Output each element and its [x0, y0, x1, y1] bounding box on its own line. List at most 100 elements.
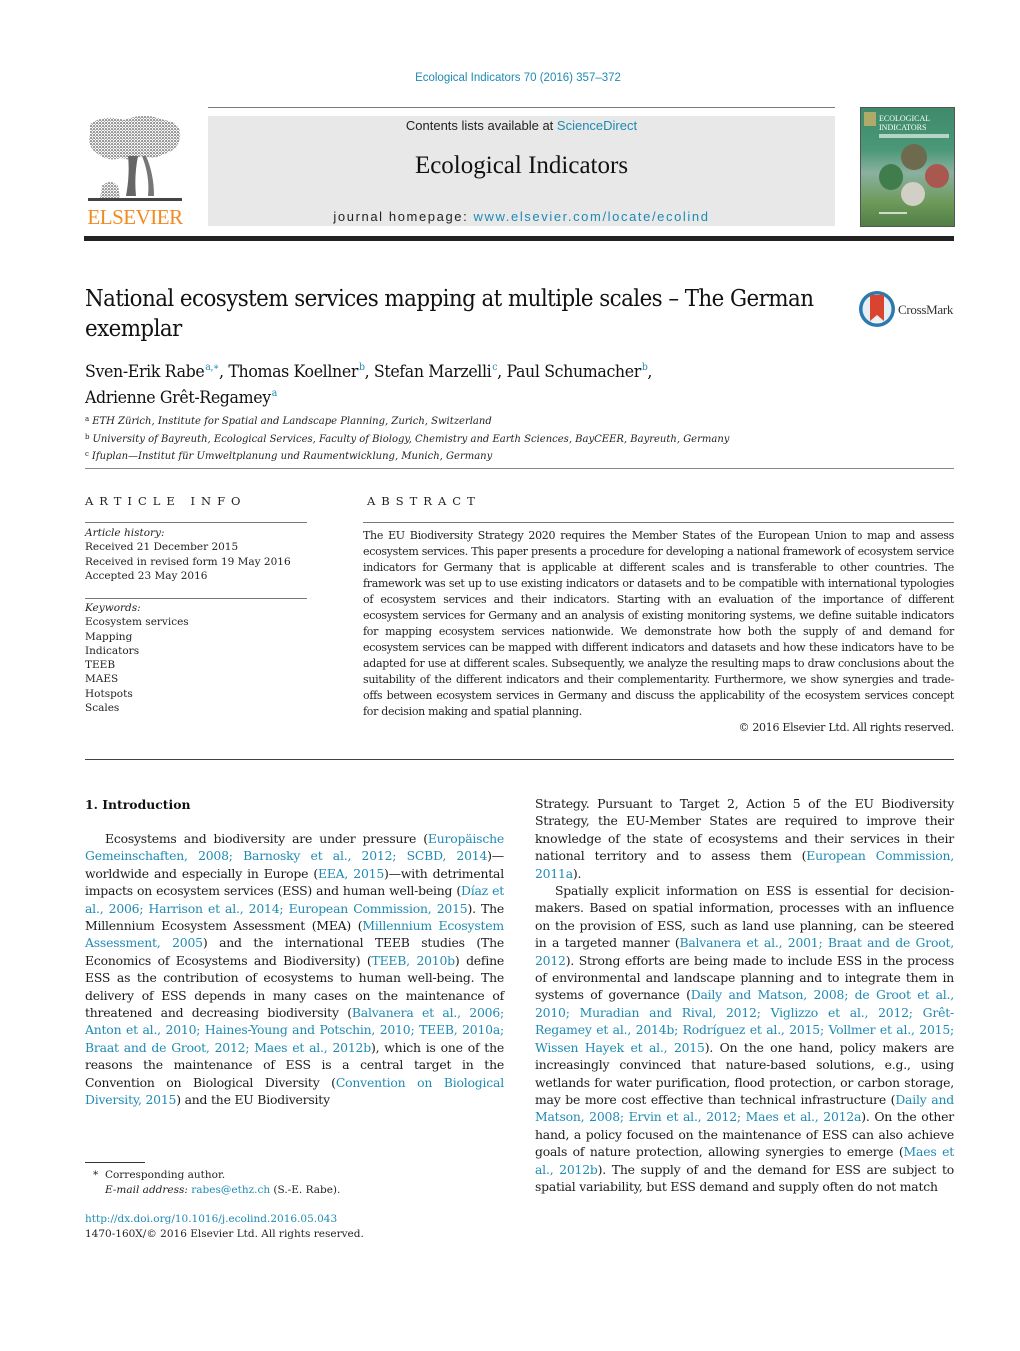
article-info-heading: ARTICLE INFO [85, 494, 247, 508]
author-separator: , [219, 362, 229, 382]
section-heading-introduction: 1. Introduction [85, 797, 191, 812]
author[interactable]: Thomas Koellnerb [228, 362, 365, 382]
affiliation-text: ETH Zürich, Institute for Spatial and La… [92, 416, 492, 427]
author-name: Thomas Koellner [228, 362, 359, 382]
email-suffix: (S.-E. Rabe). [270, 1183, 341, 1196]
doi-block: http://dx.doi.org/10.1016/j.ecolind.2016… [85, 1212, 364, 1241]
article-history-label: Article history: [85, 527, 165, 539]
body-text: ). [572, 865, 582, 881]
citation-link[interactable]: TEEB, 2010b [372, 953, 456, 968]
author-list: Sven-Erik Rabea,∗, Thomas Koellnerb, Ste… [85, 357, 755, 409]
crossmark-icon [859, 291, 895, 327]
contents-prefix: Contents lists available at [405, 118, 557, 133]
elsevier-tree-icon [88, 116, 182, 201]
author[interactable]: Sven-Erik Rabea,∗ [85, 362, 219, 382]
keyword: Mapping [85, 630, 133, 643]
abstract-text: The EU Biodiversity Strategy 2020 requir… [363, 529, 954, 718]
cover-publisher-logo [864, 112, 876, 126]
author-name: Stefan Marzelli [373, 362, 492, 382]
body-paragraph: Spatially explicit information on ESS is… [535, 882, 954, 1195]
email-label: E-mail address: [105, 1183, 188, 1196]
history-item: Accepted 23 May 2016 [85, 569, 208, 582]
affiliations-divider [85, 468, 954, 469]
body-text: ). The supply of and the demand for ESS … [535, 1161, 954, 1194]
cover-title-line1: ECOLOGICAL [879, 114, 931, 123]
cover-image-stone [901, 144, 927, 170]
journal-reference[interactable]: Ecological Indicators 70 (2016) 357–372 [0, 72, 1020, 84]
abstract-divider [363, 522, 954, 523]
author[interactable]: Adrienne Grêt-Regameya [85, 388, 277, 408]
citation-link[interactable]: EEA, 2015 [318, 866, 384, 881]
cover-title: ECOLOGICAL INDICATORS [879, 114, 930, 132]
crossmark-label: CrossMark [898, 302, 954, 317]
keyword: Scales [85, 702, 120, 715]
article-history: Article history: Received 21 December 20… [85, 526, 291, 583]
cover-image-moss [879, 164, 903, 190]
author-separator: , [647, 362, 653, 382]
header-divider [84, 236, 954, 241]
front-matter-divider [85, 759, 954, 760]
affiliation: c Ifuplan—Institut für Umweltplanung und … [85, 447, 729, 465]
history-item: Received 21 December 2015 [85, 541, 239, 554]
keywords: Keywords: Ecosystem services Mapping Ind… [85, 601, 189, 715]
corresponding-label: Corresponding author. [104, 1169, 226, 1181]
author[interactable]: Paul Schumacherb [506, 362, 647, 382]
article-info-divider [85, 522, 307, 523]
keyword: TEEB [85, 659, 116, 672]
body-text: Ecosystems and biodiversity are under pr… [105, 831, 428, 846]
doi-link[interactable]: http://dx.doi.org/10.1016/j.ecolind.2016… [85, 1213, 337, 1225]
affiliation-key: a [85, 415, 90, 423]
history-item: Received in revised form 19 May 2016 [85, 555, 291, 568]
article-title: National ecosystem services mapping at m… [85, 286, 814, 342]
issn-line: 1470-160X/© 2016 Elsevier Ltd. All right… [85, 1227, 364, 1240]
abstract-copyright: © 2016 Elsevier Ltd. All rights reserved… [738, 721, 954, 734]
cover-subtitle-bar [879, 134, 949, 138]
author-separator: , [364, 362, 374, 382]
journal-masthead: Contents lists available at ScienceDirec… [208, 116, 835, 226]
author-affiliation-marker[interactable]: a,∗ [205, 362, 219, 373]
affiliation-text: University of Bayreuth, Ecological Servi… [92, 433, 730, 445]
homepage-prefix: journal homepage: [333, 209, 474, 224]
affiliation-list: a ETH Zürich, Institute for Spatial and L… [85, 412, 729, 465]
author-name: Paul Schumacher [506, 362, 641, 382]
author-name: Sven-Erik Rabe [85, 362, 205, 382]
affiliation-key: b [85, 432, 90, 441]
journal-title: Ecological Indicators [414, 152, 629, 179]
abstract: The EU Biodiversity Strategy 2020 requir… [363, 528, 954, 736]
keyword: MAES [85, 673, 119, 686]
elsevier-wordmark: ELSEVIER [87, 205, 183, 229]
keyword: Ecosystem services [85, 616, 189, 629]
contents-line: Contents lists available at ScienceDirec… [208, 118, 835, 133]
affiliation-key: c [85, 450, 89, 458]
keyword: Indicators [85, 644, 140, 657]
affiliation-text: Ifuplan—Institut für Umweltplanung und R… [91, 451, 493, 462]
footnote-marker: * [93, 1169, 99, 1181]
body-column-right: Strategy. Pursuant to Target 2, Action 5… [535, 795, 954, 1195]
cover-footer-text [879, 212, 907, 214]
author[interactable]: Stefan Marzellic [373, 362, 498, 382]
keyword: Hotspots [85, 687, 133, 700]
journal-cover-thumbnail[interactable]: ECOLOGICAL INDICATORS [860, 107, 955, 227]
footnote-rule [85, 1162, 145, 1163]
journal-homepage-link[interactable]: www.elsevier.com/locate/ecolind [474, 209, 710, 224]
body-paragraph: Strategy. Pursuant to Target 2, Action 5… [535, 795, 954, 882]
affiliation: b University of Bayreuth, Ecological Serv… [85, 430, 729, 448]
homepage-line: journal homepage: www.elsevier.com/locat… [208, 209, 835, 224]
email-link[interactable]: rabes@ethz.ch [191, 1184, 270, 1196]
body-paragraph: Ecosystems and biodiversity are under pr… [85, 830, 504, 1109]
author-name: Adrienne Grêt-Regamey [85, 388, 271, 408]
cover-title-line2: INDICATORS [879, 123, 927, 132]
crossmark-button[interactable]: CrossMark [858, 290, 958, 330]
corresponding-author-footnote: * Corresponding author. E-mail address: … [93, 1168, 340, 1197]
keywords-divider [85, 598, 307, 599]
abstract-heading: ABSTRACT [367, 494, 481, 508]
elsevier-logo[interactable]: ELSEVIER [84, 116, 186, 229]
cover-image-book [925, 164, 949, 188]
author-affiliation-marker[interactable]: a [272, 388, 278, 399]
body-column-left: Ecosystems and biodiversity are under pr… [85, 830, 504, 1109]
author-separator: , [497, 362, 507, 382]
sciencedirect-link[interactable]: ScienceDirect [557, 118, 637, 133]
body-text: ) and the EU Biodiversity [176, 1092, 330, 1108]
affiliation: a ETH Zürich, Institute for Spatial and L… [85, 412, 729, 430]
cover-image-lab [901, 182, 925, 206]
